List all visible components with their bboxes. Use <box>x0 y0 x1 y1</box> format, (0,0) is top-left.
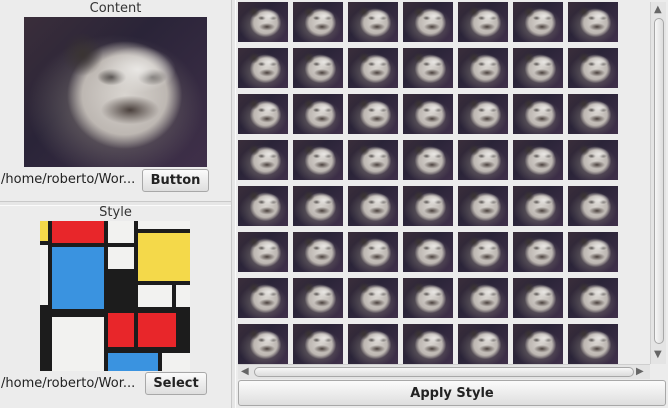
output-tile[interactable] <box>458 94 508 134</box>
output-tile[interactable] <box>403 94 453 134</box>
output-tile[interactable] <box>348 324 398 364</box>
scroll-right-arrow-icon[interactable]: ▶ <box>636 367 644 377</box>
output-tile[interactable] <box>513 140 563 180</box>
output-tile[interactable] <box>513 324 563 364</box>
output-tile[interactable] <box>568 140 618 180</box>
output-tile[interactable] <box>458 278 508 318</box>
output-tile[interactable] <box>293 94 343 134</box>
output-tile[interactable] <box>348 232 398 272</box>
output-tile[interactable] <box>238 94 288 134</box>
scroll-down-arrow-icon[interactable]: ▼ <box>654 350 662 360</box>
output-tile[interactable] <box>238 48 288 88</box>
output-tile[interactable] <box>513 2 563 42</box>
style-select-button[interactable]: Select <box>145 372 207 395</box>
output-tile[interactable] <box>403 140 453 180</box>
output-tile[interactable] <box>293 278 343 318</box>
output-tile[interactable] <box>513 232 563 272</box>
vertical-scroll-thumb[interactable] <box>654 18 664 344</box>
output-tile[interactable] <box>568 232 618 272</box>
output-tile[interactable] <box>568 48 618 88</box>
style-title: Style <box>99 205 132 220</box>
scroll-up-arrow-icon[interactable]: ▲ <box>654 5 662 15</box>
output-tile[interactable] <box>568 278 618 318</box>
output-tile[interactable] <box>293 324 343 364</box>
output-tile[interactable] <box>458 48 508 88</box>
output-tile[interactable] <box>513 186 563 226</box>
output-tile[interactable] <box>568 324 618 364</box>
output-tile[interactable] <box>293 140 343 180</box>
output-tile[interactable] <box>403 324 453 364</box>
output-tile[interactable] <box>568 94 618 134</box>
output-tile[interactable] <box>238 324 288 364</box>
output-tile[interactable] <box>293 186 343 226</box>
output-tile[interactable] <box>293 2 343 42</box>
output-tile[interactable] <box>293 232 343 272</box>
content-path-label: /home/roberto/Wor... <box>1 172 136 187</box>
content-image <box>24 17 207 167</box>
output-tile[interactable] <box>513 48 563 88</box>
output-tile[interactable] <box>568 186 618 226</box>
output-tile[interactable] <box>403 48 453 88</box>
output-tile[interactable] <box>458 140 508 180</box>
output-tile[interactable] <box>348 2 398 42</box>
output-tile[interactable] <box>238 278 288 318</box>
output-tile[interactable] <box>293 48 343 88</box>
output-tile[interactable] <box>403 186 453 226</box>
output-tile[interactable] <box>513 278 563 318</box>
horizontal-scroll-thumb[interactable] <box>254 367 634 377</box>
content-browse-button[interactable]: Button <box>142 169 209 192</box>
output-tile[interactable] <box>458 2 508 42</box>
output-tile[interactable] <box>403 232 453 272</box>
output-tile[interactable] <box>348 94 398 134</box>
style-path-label: /home/roberto/Wor... <box>1 376 136 391</box>
output-tile[interactable] <box>348 186 398 226</box>
horizontal-scrollbar[interactable]: ◀ ▶ <box>238 364 650 379</box>
output-tile[interactable] <box>238 186 288 226</box>
vertical-scrollbar[interactable]: ▲ ▼ <box>650 2 666 364</box>
output-tile[interactable] <box>348 48 398 88</box>
apply-style-button[interactable]: Apply Style <box>238 380 666 406</box>
output-tile[interactable] <box>238 2 288 42</box>
output-tile[interactable] <box>403 2 453 42</box>
style-image <box>40 221 190 371</box>
output-tile[interactable] <box>568 2 618 42</box>
output-tile-grid <box>238 2 650 364</box>
output-tile[interactable] <box>458 186 508 226</box>
output-panel: ▲ ▼ ◀ ▶ Apply Style <box>236 0 668 408</box>
output-tile[interactable] <box>513 94 563 134</box>
output-tile[interactable] <box>458 324 508 364</box>
output-tile[interactable] <box>238 232 288 272</box>
output-tile[interactable] <box>238 140 288 180</box>
scroll-left-arrow-icon[interactable]: ◀ <box>241 367 249 377</box>
output-tile[interactable] <box>458 232 508 272</box>
output-tile[interactable] <box>348 278 398 318</box>
output-tile[interactable] <box>348 140 398 180</box>
left-panel: Content /home/roberto/Wor... Button Styl… <box>0 0 231 408</box>
output-tile[interactable] <box>403 278 453 318</box>
content-title: Content <box>89 1 142 16</box>
